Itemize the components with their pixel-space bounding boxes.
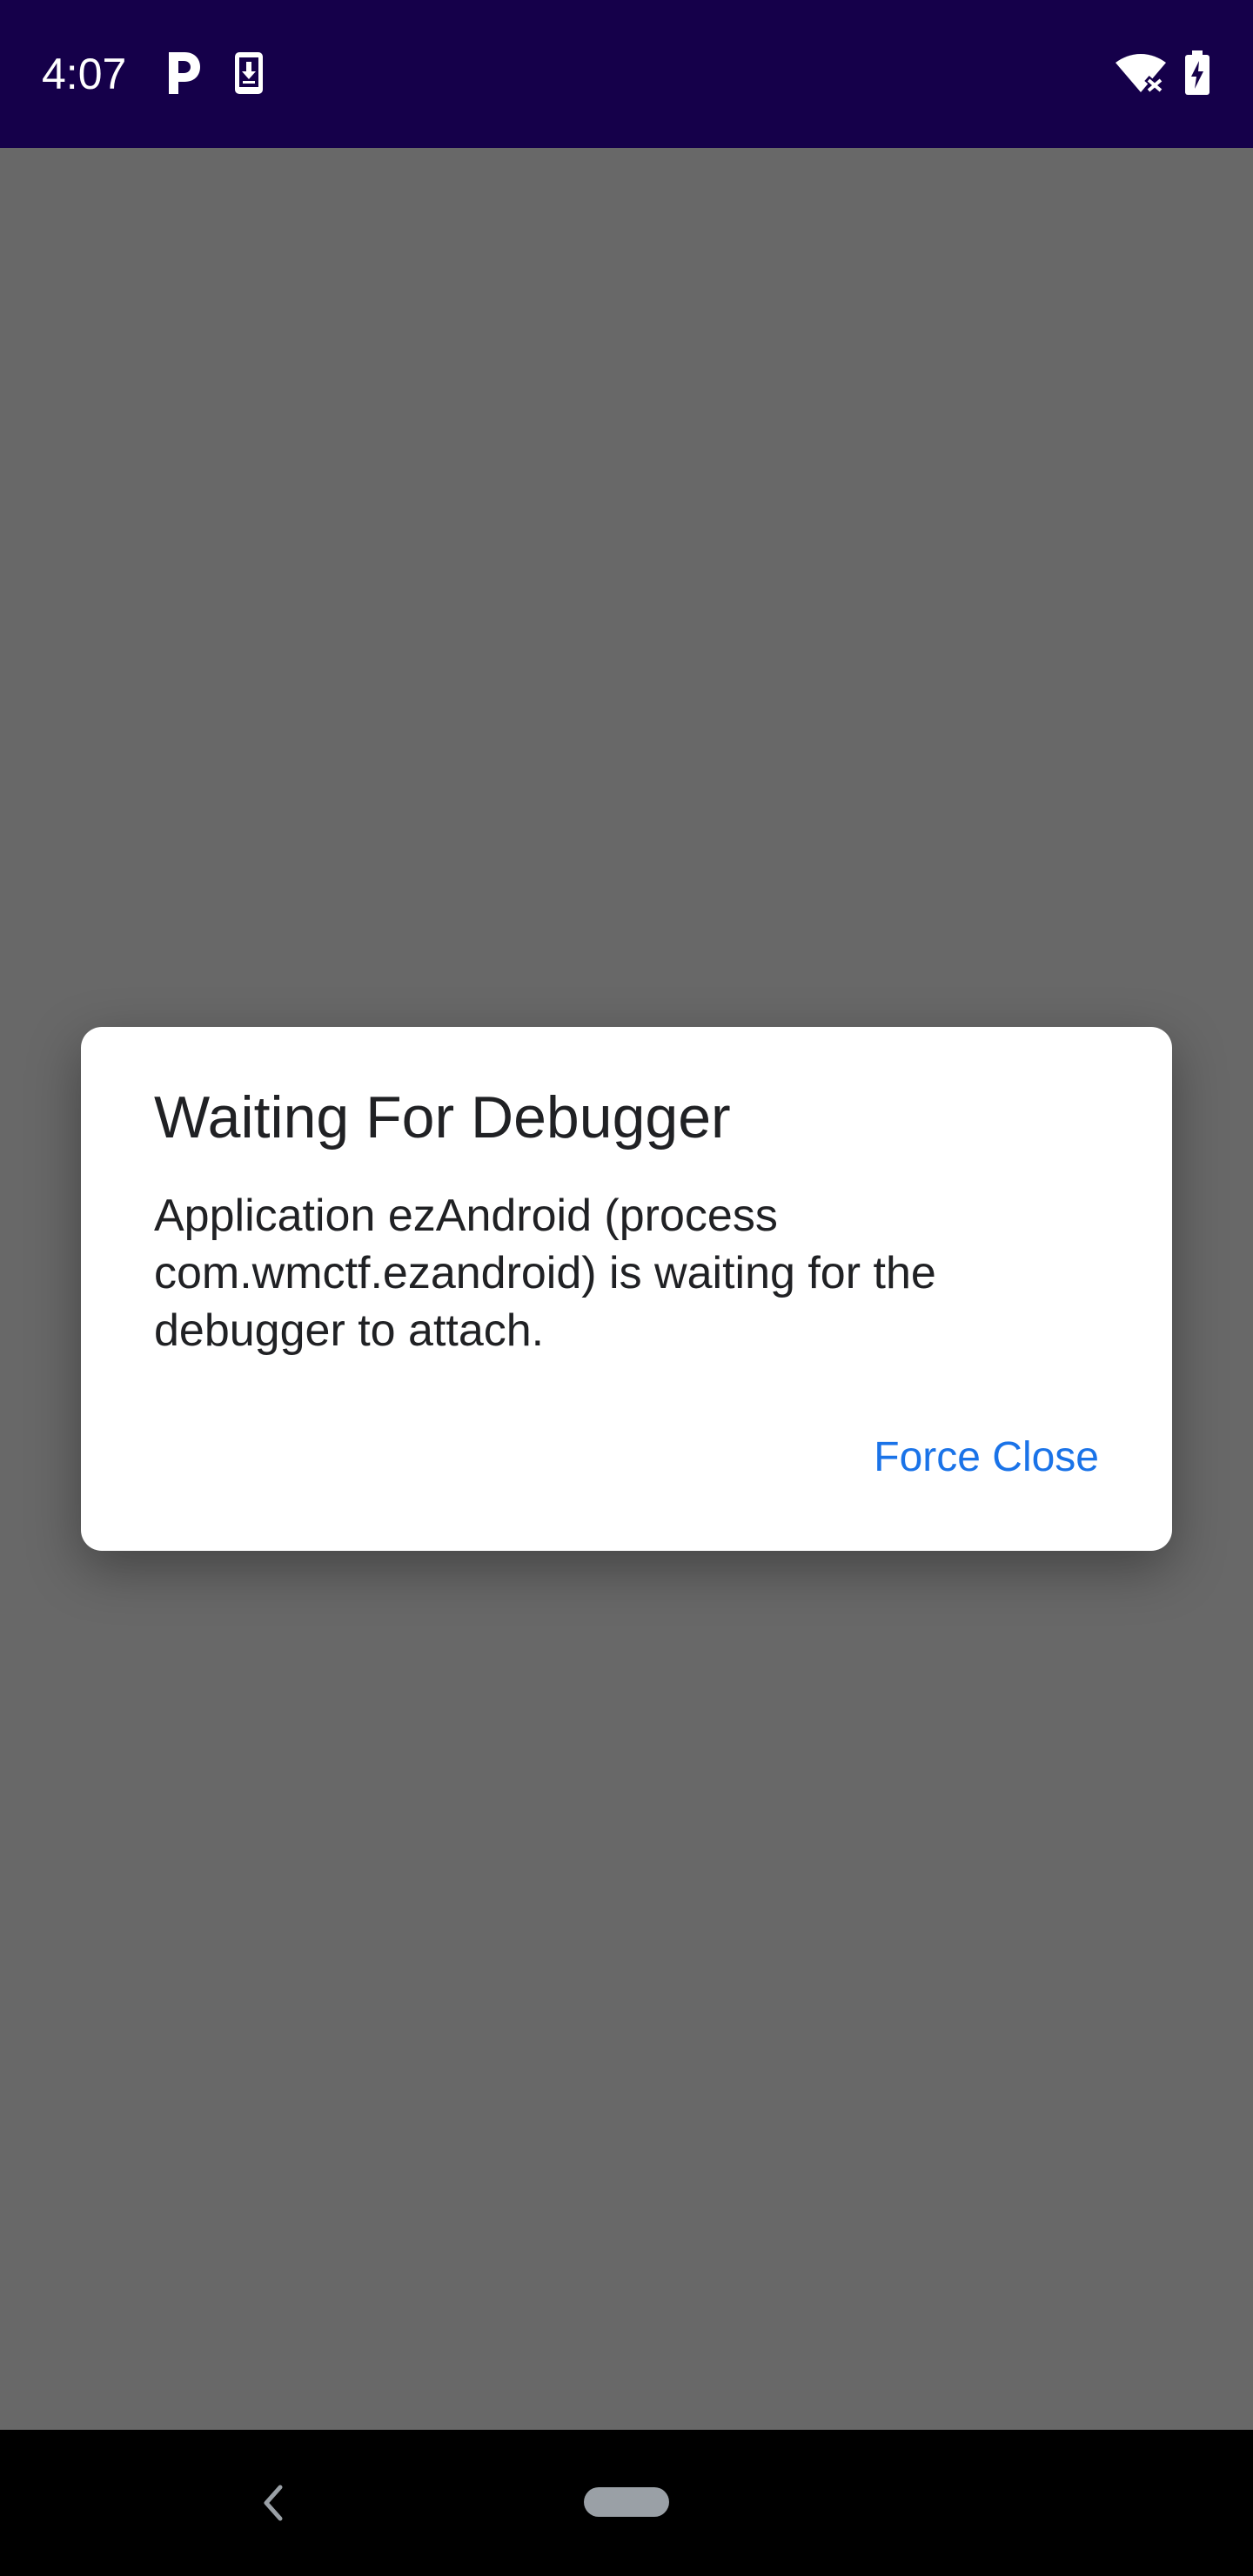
dialog-message: Application ezAndroid (process com.wmctf… xyxy=(154,1191,936,1356)
parking-icon xyxy=(169,52,200,94)
force-close-button[interactable]: Force Close xyxy=(874,1427,1099,1488)
back-icon[interactable] xyxy=(256,2479,287,2527)
home-pill-icon[interactable] xyxy=(584,2487,669,2517)
battery-charging-icon xyxy=(1185,50,1209,95)
download-icon xyxy=(235,52,263,94)
phone-screen: 4:07 Waiting For Debugger Application ez… xyxy=(0,0,1253,2576)
waiting-for-debugger-dialog: Waiting For Debugger Application ezAndro… xyxy=(81,1027,1172,1551)
navigation-bar xyxy=(0,2430,1253,2576)
dialog-title: Waiting For Debugger xyxy=(154,1084,731,1150)
status-time: 4:07 xyxy=(42,50,127,98)
wifi-off-icon xyxy=(1116,54,1166,92)
status-bar: 4:07 xyxy=(0,0,1253,148)
